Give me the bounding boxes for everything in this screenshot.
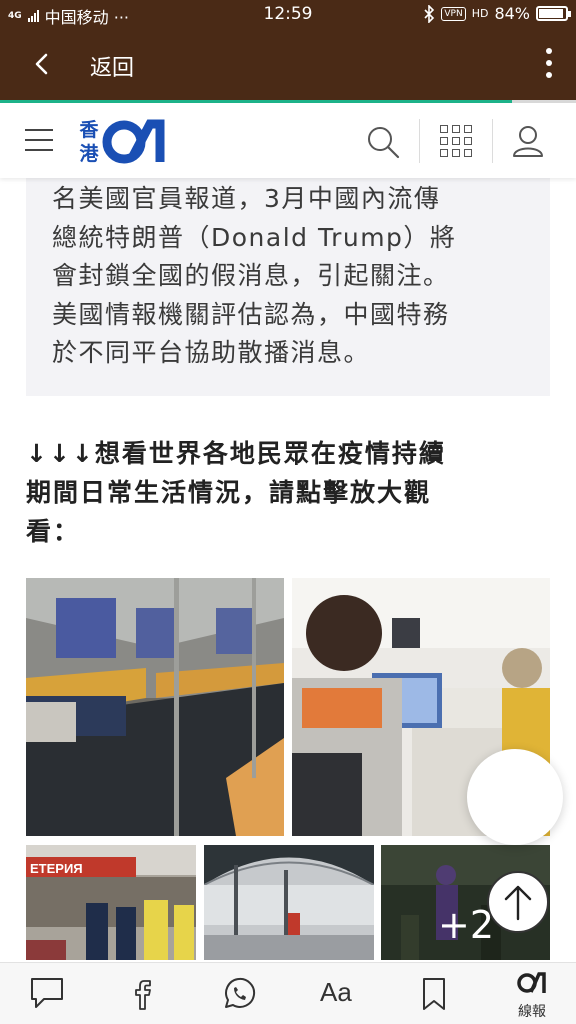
logo-01-mark (102, 119, 165, 164)
hamburger-menu-icon[interactable] (25, 129, 53, 151)
whatsapp-share-button[interactable] (192, 963, 288, 1024)
store-sign-text: ЕТЕРИЯ (30, 861, 83, 876)
app-bar: 返回 (0, 30, 576, 100)
font-size-button[interactable]: Aa (320, 977, 352, 1008)
site-header: 香 港 (0, 103, 576, 178)
battery-percent: 84% (494, 4, 530, 23)
facebook-icon (135, 980, 151, 1010)
more-photos-count[interactable]: +2 (438, 903, 494, 947)
gallery-photo-subway[interactable] (26, 578, 284, 836)
whatsapp-icon (225, 977, 256, 1008)
quote-text: 名美國官員報道，3月中國內流傳 總統特朗普（Donald Trump）將 會封鎖… (52, 184, 457, 367)
apps-grid-icon[interactable] (440, 125, 472, 157)
search-icon[interactable] (366, 125, 400, 159)
logo-char-bottom: 港 (79, 143, 99, 165)
gallery-prompt: ↓↓↓想看世界各地民眾在疫情持續 期間日常生活情況，請點擊放大觀 看： (26, 439, 446, 546)
comment-button[interactable] (0, 963, 96, 1024)
facebook-share-button[interactable] (96, 963, 192, 1024)
tipoff-label: 線報 (518, 1004, 546, 1020)
scroll-to-top-button[interactable] (487, 871, 549, 933)
more-options-icon[interactable] (542, 48, 556, 82)
gallery-photo-shop[interactable]: ЕТЕРИЯ (26, 845, 196, 960)
user-account-icon[interactable] (512, 124, 544, 158)
hd-badge: HD (471, 7, 489, 20)
bottom-toolbar: Aa 線報 (0, 962, 576, 1024)
hk01-mark-icon (517, 972, 546, 993)
bookmark-icon (423, 978, 445, 1010)
status-bar: 4G 中国移动 ··· 12:59 VPN HD 84% (0, 0, 576, 30)
back-arrow-icon[interactable] (30, 52, 54, 76)
gallery-photo-station[interactable] (204, 845, 374, 960)
back-button[interactable]: 返回 (90, 50, 134, 82)
logo-char-top: 香 (79, 119, 99, 141)
floating-action-button[interactable] (467, 749, 563, 845)
vpn-badge: VPN (441, 6, 466, 21)
hk01-logo[interactable]: 香 港 (78, 116, 166, 168)
arrow-up-icon (504, 885, 532, 921)
bookmark-button[interactable] (384, 963, 480, 1024)
bluetooth-icon (424, 4, 435, 23)
comment-icon (31, 978, 63, 1008)
battery-icon (536, 6, 571, 21)
hk01-tipoff-button[interactable]: 線報 (512, 971, 552, 1021)
